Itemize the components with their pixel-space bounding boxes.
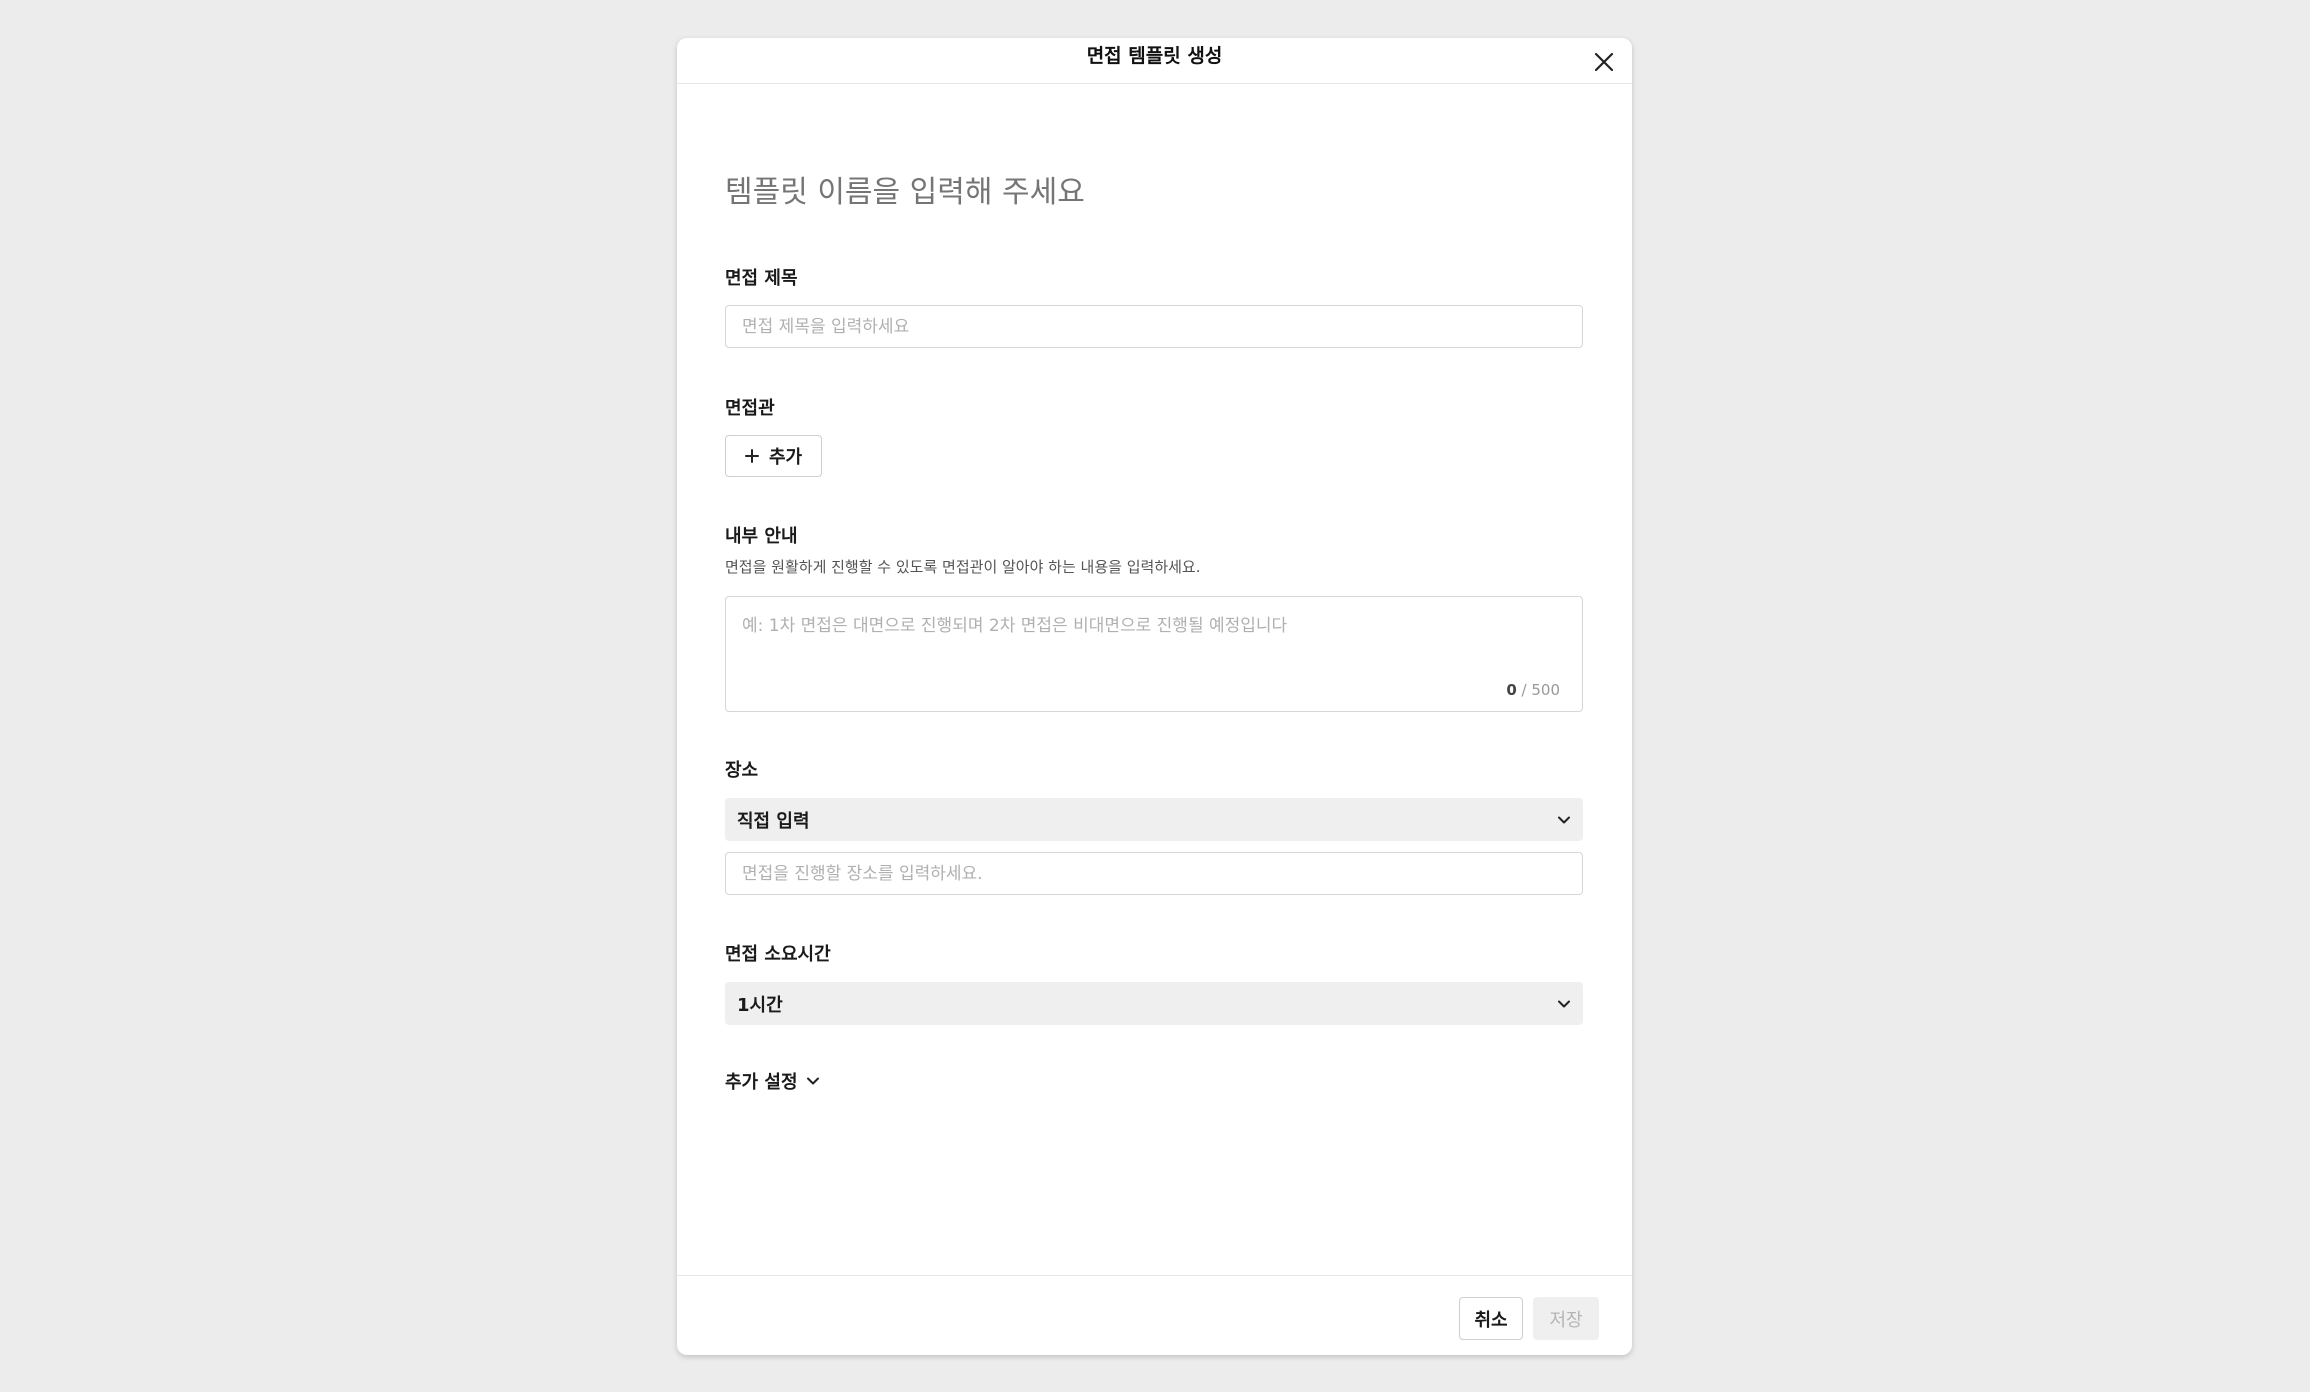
duration-select[interactable]: 1시간 xyxy=(725,982,1583,1025)
close-icon xyxy=(1594,52,1614,72)
interview-title-input[interactable] xyxy=(725,305,1583,348)
internal-guide-description: 면접을 원활하게 진행할 수 있도록 면접관이 알아야 하는 내용을 입력하세요… xyxy=(725,558,1201,576)
location-type-value: 직접 입력 xyxy=(737,810,810,832)
internal-guide-textarea[interactable] xyxy=(726,597,1582,711)
chevron-down-icon xyxy=(806,1077,819,1085)
location-type-select[interactable]: 직접 입력 xyxy=(725,798,1583,841)
more-settings-label: 추가 설정 xyxy=(725,1072,798,1093)
add-interviewer-label: 추가 xyxy=(768,447,803,468)
template-create-modal: 면접 템플릿 생성 면접 제목 면접관 추가 내부 안내 면접을 원활하게 진행… xyxy=(677,38,1632,1355)
add-interviewer-button[interactable]: 추가 xyxy=(725,435,822,477)
duration-value: 1시간 xyxy=(737,994,783,1016)
plus-icon xyxy=(744,449,759,463)
modal-header: 면접 템플릿 생성 xyxy=(677,38,1632,84)
location-label: 장소 xyxy=(725,760,759,781)
modal-footer: 취소 저장 xyxy=(677,1275,1632,1355)
interviewer-label: 면접관 xyxy=(725,398,775,419)
chevron-down-icon xyxy=(1558,1000,1570,1007)
internal-guide-label: 내부 안내 xyxy=(725,526,798,547)
location-input[interactable] xyxy=(725,852,1583,895)
interview-title-label: 면접 제목 xyxy=(725,268,798,289)
char-count-max: / 500 xyxy=(1521,681,1560,699)
more-settings-toggle[interactable]: 추가 설정 xyxy=(725,1068,820,1094)
char-counter: 0 / 500 xyxy=(1506,681,1560,699)
chevron-down-icon xyxy=(1558,816,1570,823)
modal-title: 면접 템플릿 생성 xyxy=(1086,45,1223,67)
internal-guide-field: 0 / 500 xyxy=(725,596,1583,712)
save-button[interactable]: 저장 xyxy=(1533,1297,1599,1340)
duration-label: 면접 소요시간 xyxy=(725,944,831,965)
template-name-input[interactable] xyxy=(725,170,1583,214)
cancel-button[interactable]: 취소 xyxy=(1459,1297,1523,1340)
char-count-current: 0 xyxy=(1506,681,1517,699)
close-button[interactable] xyxy=(1586,44,1622,80)
